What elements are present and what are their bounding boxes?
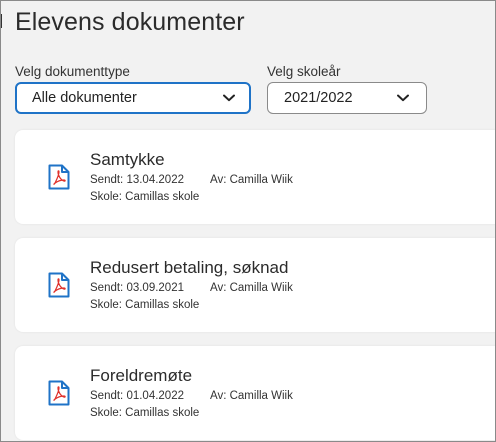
year-label: Velg skoleår xyxy=(267,64,341,79)
document-sent-date: Sendt: 01.04.2022 xyxy=(90,390,184,402)
pdf-icon xyxy=(48,272,70,298)
document-sent-date: Sendt: 03.09.2021 xyxy=(90,282,184,294)
document-author: Av: Camilla Wiik xyxy=(210,282,293,294)
document-card[interactable]: Samtykke Sendt: 13.04.2022 Av: Camilla W… xyxy=(15,130,496,224)
page-title: Elevens dokumenter xyxy=(15,8,245,36)
doctype-label: Velg dokumenttype xyxy=(15,64,130,79)
pdf-icon xyxy=(48,164,70,190)
document-author: Av: Camilla Wiik xyxy=(210,174,293,186)
pdf-icon xyxy=(48,380,70,406)
window-edge-mark xyxy=(0,14,2,28)
chevron-down-icon xyxy=(223,94,235,102)
document-school: Skole: Camillas skole xyxy=(90,191,200,203)
document-title: Redusert betaling, søknad xyxy=(90,258,289,277)
chevron-down-icon xyxy=(397,94,409,102)
document-card[interactable]: Redusert betaling, søknad Sendt: 03.09.2… xyxy=(15,238,496,332)
document-sent-date: Sendt: 13.04.2022 xyxy=(90,174,184,186)
year-select-value: 2021/2022 xyxy=(284,90,353,106)
document-school: Skole: Camillas skole xyxy=(90,407,200,419)
document-title: Samtykke xyxy=(90,150,165,169)
document-author: Av: Camilla Wiik xyxy=(210,390,293,402)
doctype-select-value: Alle dokumenter xyxy=(32,90,137,106)
document-card[interactable]: Foreldremøte Sendt: 01.04.2022 Av: Camil… xyxy=(15,346,496,440)
year-select[interactable]: 2021/2022 xyxy=(267,82,427,114)
document-title: Foreldremøte xyxy=(90,366,193,385)
doctype-select[interactable]: Alle dokumenter xyxy=(15,82,251,114)
document-school: Skole: Camillas skole xyxy=(90,299,200,311)
